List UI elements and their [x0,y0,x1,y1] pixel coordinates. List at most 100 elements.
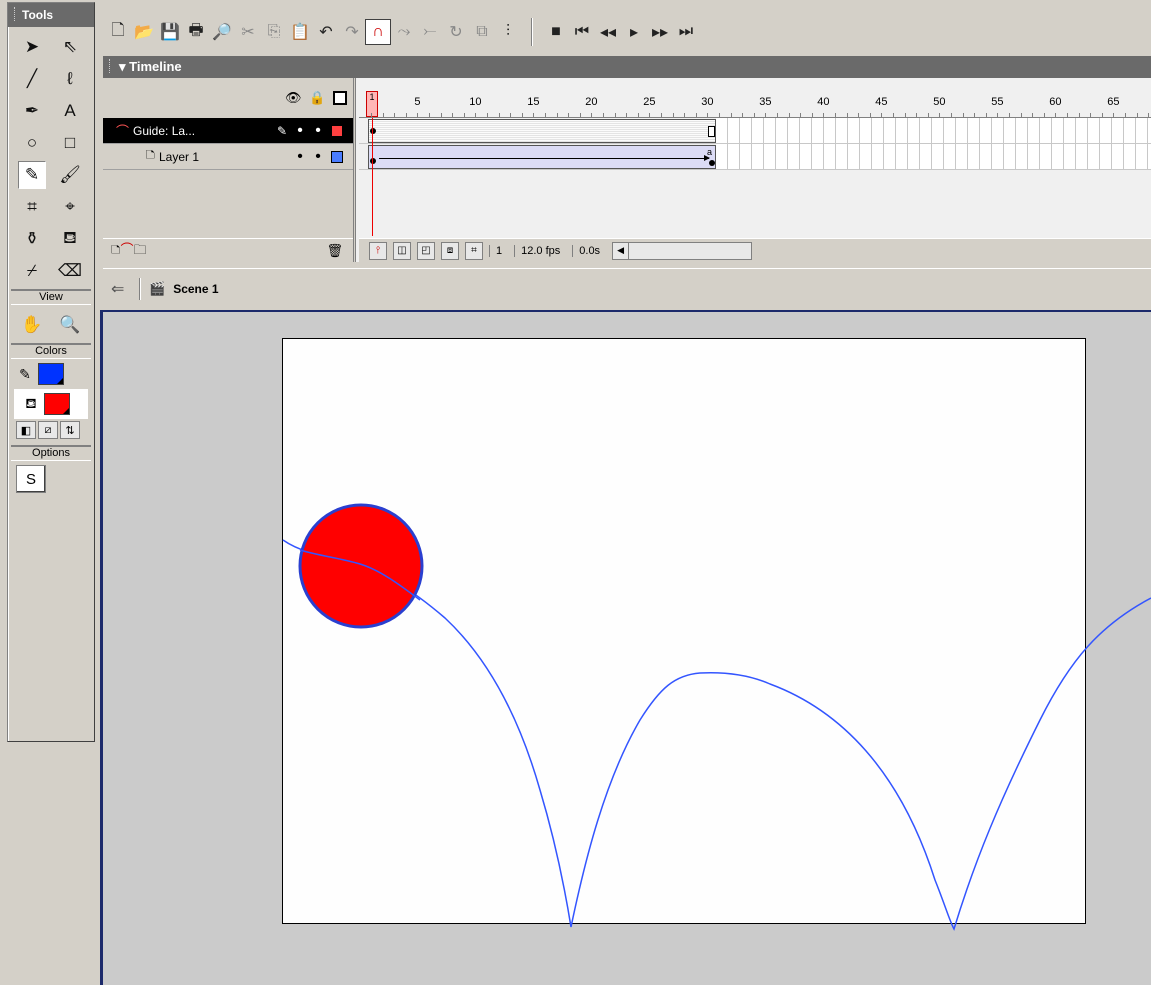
keyframe-dot[interactable] [370,128,376,134]
scale-icon[interactable]: ⧉ [469,19,495,45]
motion-tween-span[interactable] [368,145,716,169]
add-guide-layer-icon[interactable]: ⌒ [121,242,134,257]
pen-tool-icon[interactable]: ✒ [18,97,46,125]
ruler-tick [974,113,976,117]
delete-layer-icon[interactable]: 🗑 [326,243,343,259]
text-tool-icon[interactable]: A [56,97,84,125]
current-frame-readout: 1 [489,244,508,257]
play-icon[interactable]: ▸ [621,19,647,45]
eraser-tool-icon[interactable]: ⌫ [56,257,84,285]
keyframe-dot[interactable] [709,160,715,166]
new-file-icon[interactable]: 🗋 [105,19,131,45]
ruler-label: 15 [527,96,540,108]
paint-bucket-tool-icon[interactable]: ⛾ [56,225,84,253]
ink-bottle-tool-icon[interactable]: ⚱ [18,225,46,253]
outline-toggle-icon[interactable] [333,91,347,105]
edit-multiple-frames-icon[interactable]: ⧈ [441,241,459,260]
no-color-icon[interactable]: ⧄ [38,421,58,439]
zoom-tool-icon[interactable]: 🔍 [56,311,84,339]
insert-layer-icon[interactable]: 🗅 [111,242,121,257]
ruler-tick [742,113,744,117]
ruler-label: 40 [817,96,830,108]
arrow-tool-icon[interactable]: ➤ [18,33,46,61]
timeline-status-bar: ⫯ ◫ ◰ ⧈ ⌗ 1 12.0 fps 0.0s ◀ [359,238,1151,262]
stroke-color-swatch[interactable] [38,363,64,385]
rewind-icon[interactable]: ⏮ [569,19,595,45]
straighten-icon[interactable]: ⤚ [417,19,443,45]
smooth-option-button[interactable]: S [16,465,46,493]
print-preview-icon[interactable]: 🔎 [209,19,235,45]
align-icon[interactable]: ⫶ [495,19,521,45]
line-tool-icon[interactable]: ╱ [18,65,46,93]
hand-tool-icon[interactable]: ✋ [18,311,46,339]
eyedropper-tool-icon[interactable]: ⌿ [18,257,46,285]
frame-ruler[interactable]: 1 5 10 15 20 25 30 35 40 45 50 55 60 65 [359,78,1151,118]
frame-action-label: a [707,147,713,157]
fill-transform-tool-icon[interactable]: ⌖ [56,193,84,221]
stage-canvas[interactable] [282,338,1086,924]
smooth-icon[interactable]: ⤳ [391,19,417,45]
visibility-dot[interactable]: • [291,148,309,164]
rectangle-tool-icon[interactable]: □ [56,129,84,157]
visibility-dot[interactable]: • [291,122,309,138]
frame-row-guide[interactable] [359,118,1151,144]
lock-dot[interactable]: • [309,148,327,164]
layer-color-swatch[interactable] [331,124,343,137]
onion-outline-icon[interactable]: ◰ [417,241,435,260]
default-colors-icon[interactable]: ◧ [16,421,36,439]
empty-frame-cells[interactable] [716,144,1151,169]
pencil-tool-icon[interactable]: ✎ [18,161,46,189]
lock-dot[interactable]: • [309,122,327,138]
go-to-end-icon[interactable]: ⏭ [673,19,699,45]
guide-frame-span[interactable] [368,119,716,143]
tools-panel-title[interactable]: Tools [8,3,94,27]
redo-icon[interactable]: ↷ [339,19,365,45]
frame-row-layer1[interactable]: a [359,144,1151,170]
ruler-tick [579,113,581,117]
step-back-icon[interactable]: ◂◂ [595,19,621,45]
empty-frame-cells[interactable] [716,118,1151,143]
scroll-left-icon[interactable]: ◀ [613,242,630,259]
ruler-tick [498,113,500,117]
oval-tool-icon[interactable]: ○ [18,129,46,157]
stop-icon[interactable]: ■ [543,19,569,45]
layer-name-guide: Guide: La... [133,123,196,138]
lasso-tool-icon[interactable]: ℓ [56,65,84,93]
ruler-tick [452,113,454,117]
snap-magnet-icon[interactable]: ∩ [365,19,391,45]
save-icon[interactable]: 💾 [157,19,183,45]
onion-skin-icon[interactable]: ◫ [393,241,411,260]
step-forward-icon[interactable]: ▸▸ [647,19,673,45]
timeline-scrollbar[interactable]: ◀ [612,241,753,260]
keyframe-dot[interactable] [370,158,376,164]
scene-name[interactable]: Scene 1 [173,282,218,296]
free-transform-tool-icon[interactable]: ⌗ [18,193,46,221]
subselect-tool-icon[interactable]: ⇖ [56,33,84,61]
paste-icon[interactable]: 📋 [287,19,313,45]
ruler-tick [417,113,419,117]
playhead-marker[interactable]: 1 [366,91,378,117]
frame-rate-readout[interactable]: 12.0 fps [514,244,566,257]
back-arrow-icon[interactable]: ⇐ [111,279,131,299]
layer-row-layer1[interactable]: 🗅 Layer 1 • • [103,144,353,170]
lock-icon[interactable]: 🔒 [309,90,325,106]
print-icon[interactable]: 🖶 [183,19,209,45]
timeline-panel-title[interactable]: ▾ Timeline [103,56,1151,78]
center-frame-icon[interactable]: ⫯ [369,241,387,260]
undo-icon[interactable]: ↶ [313,19,339,45]
layer-color-swatch[interactable] [331,150,343,163]
insert-folder-icon[interactable]: 🗀 [134,242,147,257]
fill-color-swatch[interactable] [44,393,70,415]
ruler-label: 50 [933,96,946,108]
rotate-icon[interactable]: ↻ [443,19,469,45]
cut-icon[interactable]: ✂ [235,19,261,45]
show-hide-eye-icon[interactable]: 👁 [285,90,302,106]
pencil-stroke-icon: ✎ [19,365,31,382]
layer-row-guide[interactable]: ⌒ Guide: La... ✎ • • [103,118,353,144]
open-file-icon[interactable]: 📂 [131,19,157,45]
brush-tool-icon[interactable]: 🖌 [56,161,84,189]
modify-markers-icon[interactable]: ⌗ [465,241,483,260]
copy-icon[interactable]: ⎘ [261,19,287,45]
ruler-tick [939,113,941,117]
swap-colors-icon[interactable]: ⇅ [60,421,80,439]
